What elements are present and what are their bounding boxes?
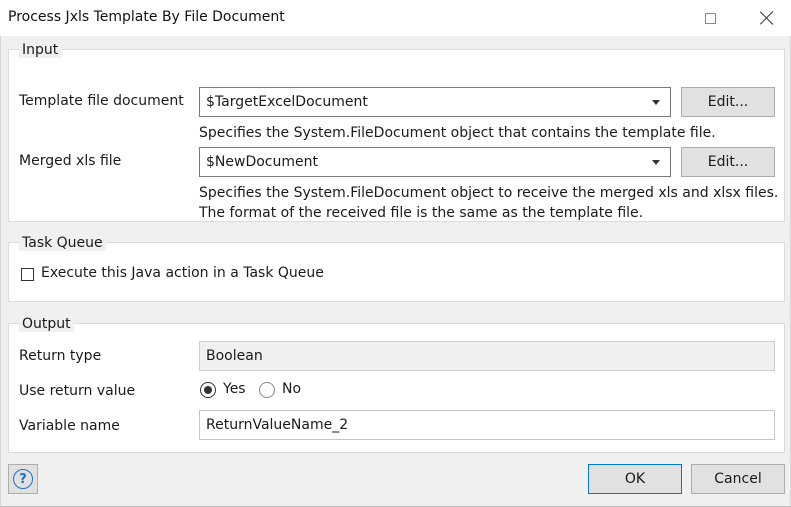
help-icon: ?: [13, 469, 33, 489]
variable-name-input[interactable]: ReturnValueName_2: [199, 410, 775, 440]
template-file-description: Specifies the System.FileDocument object…: [199, 125, 716, 141]
close-button[interactable]: [743, 0, 791, 36]
use-return-value-label: Use return value: [19, 383, 136, 399]
template-file-combo[interactable]: $TargetExcelDocument: [199, 87, 671, 117]
return-type-label: Return type: [19, 348, 102, 364]
variable-name-value: ReturnValueName_2: [206, 417, 349, 433]
task-queue-checkbox-label[interactable]: Execute this Java action in a Task Queue: [41, 265, 324, 281]
help-button[interactable]: ?: [8, 464, 38, 494]
window-title: Process Jxls Template By File Document: [8, 9, 285, 25]
merged-file-combo[interactable]: $NewDocument: [199, 147, 671, 177]
input-group: Input Template file document $TargetExce…: [8, 42, 785, 222]
close-icon: [760, 11, 774, 25]
merged-file-value: $NewDocument: [206, 154, 318, 170]
merged-file-description-line-2: The format of the received file is the s…: [199, 205, 644, 221]
maximize-button[interactable]: [686, 0, 734, 36]
title-bar: Process Jxls Template By File Document: [0, 0, 791, 36]
template-file-label: Template file document: [19, 93, 184, 109]
yes-radio[interactable]: [200, 382, 216, 398]
yes-radio-label[interactable]: Yes: [223, 381, 246, 397]
no-radio-label[interactable]: No: [282, 381, 301, 397]
cancel-button[interactable]: Cancel: [691, 464, 785, 494]
ok-button[interactable]: OK: [588, 464, 682, 494]
merged-edit-button[interactable]: Edit...: [681, 147, 775, 177]
dialog-content: Input Template file document $TargetExce…: [0, 36, 791, 507]
template-file-value: $TargetExcelDocument: [206, 94, 368, 110]
output-group: Output Return type Boolean Use return va…: [8, 316, 785, 453]
task-queue-checkbox[interactable]: [21, 268, 34, 281]
return-type-value: Boolean: [206, 348, 263, 364]
variable-name-label: Variable name: [19, 418, 120, 434]
input-group-legend: Input: [19, 42, 62, 58]
radio-selected-dot: [204, 386, 212, 394]
output-group-legend: Output: [19, 316, 74, 332]
return-type-field: Boolean: [199, 341, 775, 371]
chevron-down-icon: [652, 100, 660, 105]
template-edit-button[interactable]: Edit...: [681, 87, 775, 117]
chevron-down-icon: [652, 160, 660, 165]
task-queue-group: Task Queue Execute this Java action in a…: [8, 235, 785, 302]
no-radio[interactable]: [259, 382, 275, 398]
maximize-icon: [704, 12, 716, 24]
merged-file-description-line-1: Specifies the System.FileDocument object…: [199, 185, 779, 201]
task-queue-legend: Task Queue: [19, 235, 106, 251]
merged-file-label: Merged xls file: [19, 153, 122, 169]
